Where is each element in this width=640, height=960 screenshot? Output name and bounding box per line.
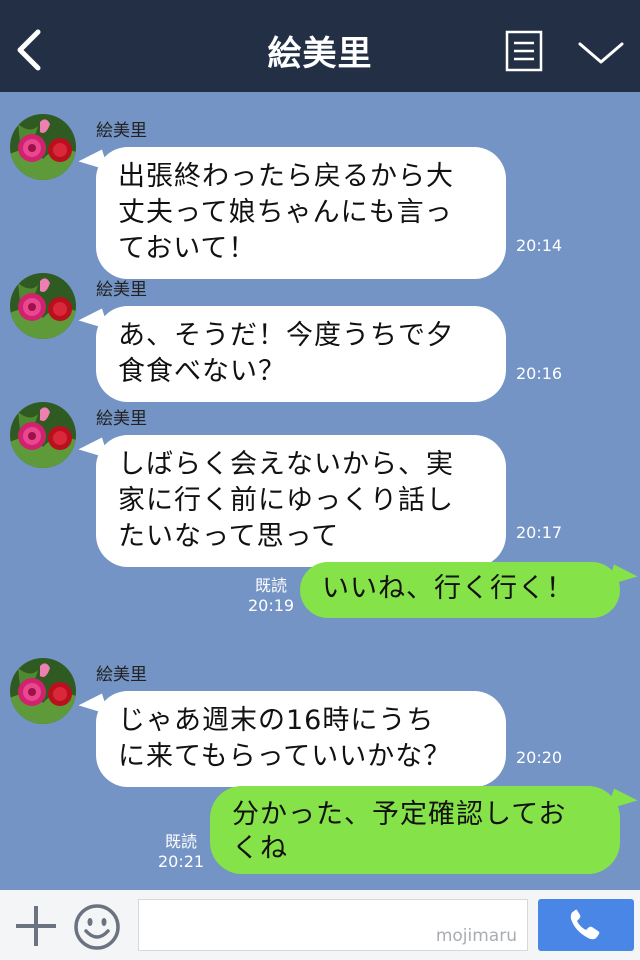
- message-bubble[interactable]: じゃあ週末の16時にうち に来てもらっていいかな？: [96, 691, 506, 787]
- avatar[interactable]: [10, 114, 76, 180]
- message-line: じゃあ週末の16時にうち: [118, 705, 435, 736]
- avatar[interactable]: [10, 273, 76, 339]
- message-line: くね: [232, 833, 288, 864]
- message-line: に来てもらっていいかな？: [118, 741, 452, 772]
- message-time: 20:20: [516, 748, 563, 767]
- smiley-icon[interactable]: [73, 903, 121, 951]
- sender-name: 絵美里: [96, 665, 147, 685]
- message-line: 家に行く前にゆっくり話し: [118, 485, 454, 516]
- sender-name: 絵美里: [96, 280, 147, 300]
- read-receipt: 既読 20:19: [248, 576, 294, 616]
- message-bubble[interactable]: 分かった、予定確認してお くね: [210, 786, 620, 874]
- phone-icon: [570, 909, 600, 940]
- plus-icon[interactable]: [14, 904, 58, 948]
- message-line: 丈夫って娘ちゃんにも言っ: [118, 197, 453, 228]
- message-input[interactable]: mojimaru: [138, 899, 528, 951]
- chevron-down-icon[interactable]: [576, 38, 626, 68]
- message-line: 食食べない？: [118, 356, 286, 387]
- message-line: たいなって思って: [118, 521, 340, 552]
- read-label: 既読: [255, 576, 288, 595]
- read-receipt: 既読 20:21: [158, 832, 204, 872]
- message-bubble[interactable]: あ、そうだ！今度うちで夕 食食べない？: [96, 306, 506, 402]
- message-time: 20:17: [516, 523, 563, 542]
- message-line: あ、そうだ！今度うちで夕: [118, 320, 454, 351]
- message-time: 20:14: [516, 236, 563, 255]
- message-bubble[interactable]: いいね、行く行く！: [300, 562, 620, 618]
- message-time: 20:16: [516, 364, 563, 383]
- message-time: 20:21: [158, 852, 205, 871]
- message-line: 出張終わったら戻るから大: [118, 161, 454, 192]
- input-bar: mojimaru: [0, 890, 640, 960]
- message-bubble[interactable]: しばらく会えないから、実 家に行く前にゆっくり話し たいなって思って: [96, 435, 506, 567]
- sender-name: 絵美里: [96, 409, 147, 429]
- sender-name: 絵美里: [96, 121, 147, 141]
- message-line: 分かった、予定確認してお: [232, 799, 567, 830]
- message-line: しばらく会えないから、実: [118, 449, 454, 480]
- message-line: ておいて！: [118, 233, 257, 264]
- chat-header: 絵美里: [0, 0, 640, 92]
- menu-icon[interactable]: [505, 30, 543, 72]
- read-label: 既読: [165, 832, 198, 851]
- message-time: 20:19: [248, 596, 295, 615]
- avatar[interactable]: [10, 402, 76, 468]
- avatar[interactable]: [10, 658, 76, 724]
- message-bubble[interactable]: 出張終わったら戻るから大 丈夫って娘ちゃんにも言っ ておいて！: [96, 147, 506, 279]
- call-button[interactable]: [538, 899, 634, 951]
- watermark: mojimaru: [435, 926, 517, 946]
- chat-title: 絵美里: [267, 34, 373, 74]
- message-line: いいね、行く行く！: [322, 573, 574, 604]
